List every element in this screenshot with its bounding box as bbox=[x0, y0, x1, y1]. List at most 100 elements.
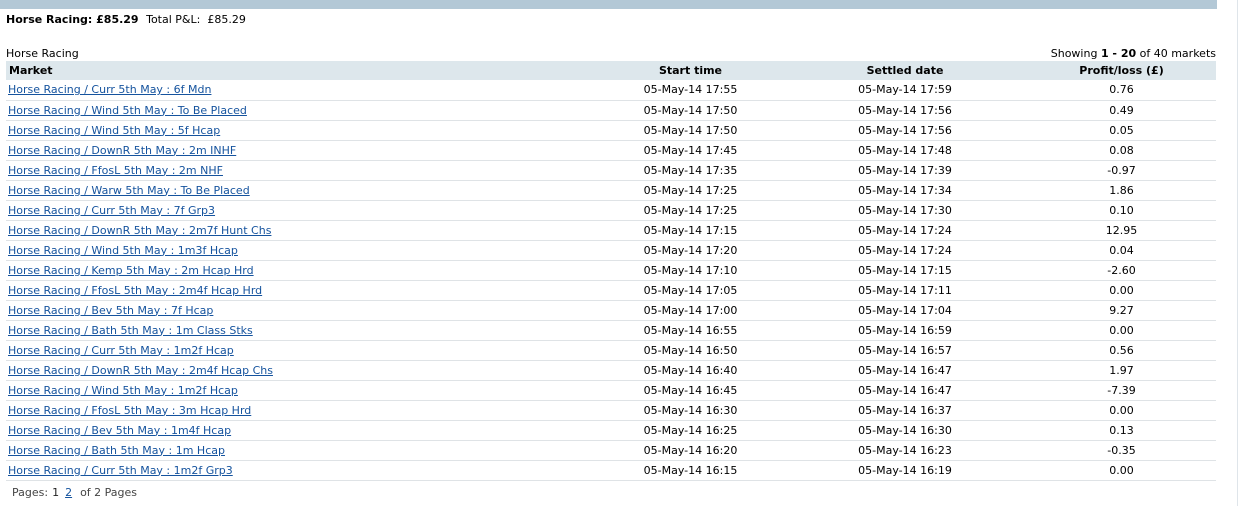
profit-loss-cell: 12.95 bbox=[1027, 220, 1216, 241]
results-count: Showing 1 - 20 of 40 markets bbox=[1051, 47, 1216, 60]
market-link[interactable]: Horse Racing / Curr 5th May : 7f Grp3 bbox=[8, 204, 215, 217]
market-link[interactable]: Horse Racing / Warw 5th May : To Be Plac… bbox=[8, 184, 250, 197]
settled-date-cell: 05-May-14 17:34 bbox=[783, 180, 1027, 201]
pagination: Pages: 1 2 of 2 Pages bbox=[12, 486, 137, 499]
profit-loss-cell: -0.97 bbox=[1027, 160, 1216, 181]
total-pl-value: £85.29 bbox=[207, 13, 246, 26]
profit-loss-cell: 0.00 bbox=[1027, 320, 1216, 341]
page-link-2[interactable]: 2 bbox=[65, 486, 72, 499]
settled-date-cell: 05-May-14 17:04 bbox=[783, 300, 1027, 321]
table-row: Horse Racing / DownR 5th May : 2m4f Hcap… bbox=[6, 360, 1216, 381]
top-banner-bar bbox=[0, 0, 1217, 9]
start-time-cell: 05-May-14 17:00 bbox=[598, 300, 783, 321]
market-cell: Horse Racing / FfosL 5th May : 2m4f Hcap… bbox=[6, 280, 598, 301]
settled-date-cell: 05-May-14 17:24 bbox=[783, 220, 1027, 241]
settled-date-cell: 05-May-14 17:39 bbox=[783, 160, 1027, 181]
market-link[interactable]: Horse Racing / Bath 5th May : 1m Class S… bbox=[8, 324, 253, 337]
market-cell: Horse Racing / Curr 5th May : 6f Mdn bbox=[6, 80, 598, 101]
settled-date-cell: 05-May-14 17:15 bbox=[783, 260, 1027, 281]
profit-loss-cell: -2.60 bbox=[1027, 260, 1216, 281]
settled-markets-table: Market Start time Settled date Profit/lo… bbox=[6, 61, 1216, 481]
table-row: Horse Racing / Curr 5th May : 1m2f Grp3 0… bbox=[6, 460, 1216, 481]
market-link[interactable]: Horse Racing / DownR 5th May : 2m4f Hcap… bbox=[8, 364, 273, 377]
start-time-cell: 05-May-14 17:05 bbox=[598, 280, 783, 301]
settled-date-cell: 05-May-14 17:59 bbox=[783, 80, 1027, 101]
header-settled-date: Settled date bbox=[866, 64, 944, 77]
profit-loss-cell: 0.00 bbox=[1027, 280, 1216, 301]
table-row: Horse Racing / Curr 5th May : 7f Grp3 05-… bbox=[6, 200, 1216, 221]
settled-date-cell: 05-May-14 16:30 bbox=[783, 420, 1027, 441]
settled-date-cell: 05-May-14 16:57 bbox=[783, 340, 1027, 361]
start-time-cell: 05-May-14 17:55 bbox=[598, 80, 783, 101]
market-cell: Horse Racing / Wind 5th May : To Be Plac… bbox=[6, 100, 598, 121]
market-cell: Horse Racing / Bev 5th May : 1m4f Hcap bbox=[6, 420, 598, 441]
table-row: Horse Racing / DownR 5th May : 2m7f Hunt… bbox=[6, 220, 1216, 241]
table-row: Horse Racing / Kemp 5th May : 2m Hcap Hr… bbox=[6, 260, 1216, 281]
profit-loss-cell: 0.08 bbox=[1027, 140, 1216, 161]
market-link[interactable]: Horse Racing / Bath 5th May : 1m Hcap bbox=[8, 444, 225, 457]
market-link[interactable]: Horse Racing / DownR 5th May : 2m7f Hunt… bbox=[8, 224, 271, 237]
pl-summary: Horse Racing: £85.29 Total P&L: £85.29 bbox=[6, 13, 246, 26]
start-time-cell: 05-May-14 17:50 bbox=[598, 100, 783, 121]
showing-prefix: Showing bbox=[1050, 47, 1098, 60]
start-time-cell: 05-May-14 17:10 bbox=[598, 260, 783, 281]
market-link[interactable]: Horse Racing / DownR 5th May : 2m INHF bbox=[8, 144, 236, 157]
total-pl-label: Total P&L: bbox=[146, 13, 201, 26]
market-link[interactable]: Horse Racing / Bev 5th May : 1m4f Hcap bbox=[8, 424, 231, 437]
settled-date-cell: 05-May-14 16:23 bbox=[783, 440, 1027, 461]
settled-date-cell: 05-May-14 16:47 bbox=[783, 360, 1027, 381]
start-time-cell: 05-May-14 16:15 bbox=[598, 460, 783, 481]
market-link[interactable]: Horse Racing / Wind 5th May : 5f Hcap bbox=[8, 124, 220, 137]
table-row: Horse Racing / Bev 5th May : 7f Hcap 05-M… bbox=[6, 300, 1216, 321]
profit-loss-cell: 0.49 bbox=[1027, 100, 1216, 121]
start-time-cell: 05-May-14 17:25 bbox=[598, 200, 783, 221]
header-profit-loss: Profit/loss (£) bbox=[1079, 64, 1164, 77]
table-row: Horse Racing / Wind 5th May : 5f Hcap 05-… bbox=[6, 120, 1216, 141]
market-link[interactable]: Horse Racing / FfosL 5th May : 2m NHF bbox=[8, 164, 223, 177]
profit-loss-cell: 1.86 bbox=[1027, 180, 1216, 201]
market-link[interactable]: Horse Racing / Curr 5th May : 6f Mdn bbox=[8, 83, 211, 96]
market-cell: Horse Racing / Bev 5th May : 7f Hcap bbox=[6, 300, 598, 321]
profit-loss-cell: 1.97 bbox=[1027, 360, 1216, 381]
market-link[interactable]: Horse Racing / Wind 5th May : 1m3f Hcap bbox=[8, 244, 238, 257]
settled-date-cell: 05-May-14 17:11 bbox=[783, 280, 1027, 301]
table-row: Horse Racing / Bev 5th May : 1m4f Hcap 05… bbox=[6, 420, 1216, 441]
market-link[interactable]: Horse Racing / Wind 5th May : 1m2f Hcap bbox=[8, 384, 238, 397]
settled-date-cell: 05-May-14 17:56 bbox=[783, 120, 1027, 141]
market-cell: Horse Racing / DownR 5th May : 2m INHF bbox=[6, 140, 598, 161]
profit-loss-cell: -7.39 bbox=[1027, 380, 1216, 401]
start-time-cell: 05-May-14 16:45 bbox=[598, 380, 783, 401]
settled-date-cell: 05-May-14 16:59 bbox=[783, 320, 1027, 341]
table-row: Horse Racing / FfosL 5th May : 2m4f Hcap… bbox=[6, 280, 1216, 301]
profit-loss-cell: 0.00 bbox=[1027, 400, 1216, 421]
settled-date-cell: 05-May-14 17:30 bbox=[783, 200, 1027, 221]
start-time-cell: 05-May-14 17:20 bbox=[598, 240, 783, 261]
table-row: Horse Racing / Bath 5th May : 1m Class S… bbox=[6, 320, 1216, 341]
market-cell: Horse Racing / Wind 5th May : 5f Hcap bbox=[6, 120, 598, 141]
market-cell: Horse Racing / Wind 5th May : 1m3f Hcap bbox=[6, 240, 598, 261]
market-cell: Horse Racing / Curr 5th May : 7f Grp3 bbox=[6, 200, 598, 221]
showing-suffix: of 40 markets bbox=[1139, 47, 1216, 60]
market-cell: Horse Racing / Bath 5th May : 1m Hcap bbox=[6, 440, 598, 461]
market-cell: Horse Racing / DownR 5th May : 2m7f Hunt… bbox=[6, 220, 598, 241]
market-cell: Horse Racing / Bath 5th May : 1m Class S… bbox=[6, 320, 598, 341]
showing-range: 1 - 20 bbox=[1100, 47, 1137, 60]
table-row: Horse Racing / Wind 5th May : To Be Plac… bbox=[6, 100, 1216, 121]
market-link[interactable]: Horse Racing / Kemp 5th May : 2m Hcap Hr… bbox=[8, 264, 254, 277]
market-link[interactable]: Horse Racing / Curr 5th May : 1m2f Hcap bbox=[8, 344, 234, 357]
start-time-cell: 05-May-14 17:15 bbox=[598, 220, 783, 241]
settled-date-cell: 05-May-14 16:37 bbox=[783, 400, 1027, 421]
profit-loss-cell: 0.56 bbox=[1027, 340, 1216, 361]
market-link[interactable]: Horse Racing / Curr 5th May : 1m2f Grp3 bbox=[8, 464, 233, 477]
settled-date-cell: 05-May-14 16:19 bbox=[783, 460, 1027, 481]
profit-loss-cell: 0.00 bbox=[1027, 460, 1216, 481]
table-row: Horse Racing / Wind 5th May : 1m2f Hcap 0… bbox=[6, 380, 1216, 401]
table-row: Horse Racing / FfosL 5th May : 3m Hcap H… bbox=[6, 400, 1216, 421]
start-time-cell: 05-May-14 16:25 bbox=[598, 420, 783, 441]
market-link[interactable]: Horse Racing / FfosL 5th May : 2m4f Hcap… bbox=[8, 284, 262, 297]
market-cell: Horse Racing / Wind 5th May : 1m2f Hcap bbox=[6, 380, 598, 401]
market-link[interactable]: Horse Racing / Wind 5th May : To Be Plac… bbox=[8, 104, 247, 117]
market-link[interactable]: Horse Racing / Bev 5th May : 7f Hcap bbox=[8, 304, 213, 317]
market-link[interactable]: Horse Racing / FfosL 5th May : 3m Hcap H… bbox=[8, 404, 251, 417]
start-time-cell: 05-May-14 16:30 bbox=[598, 400, 783, 421]
